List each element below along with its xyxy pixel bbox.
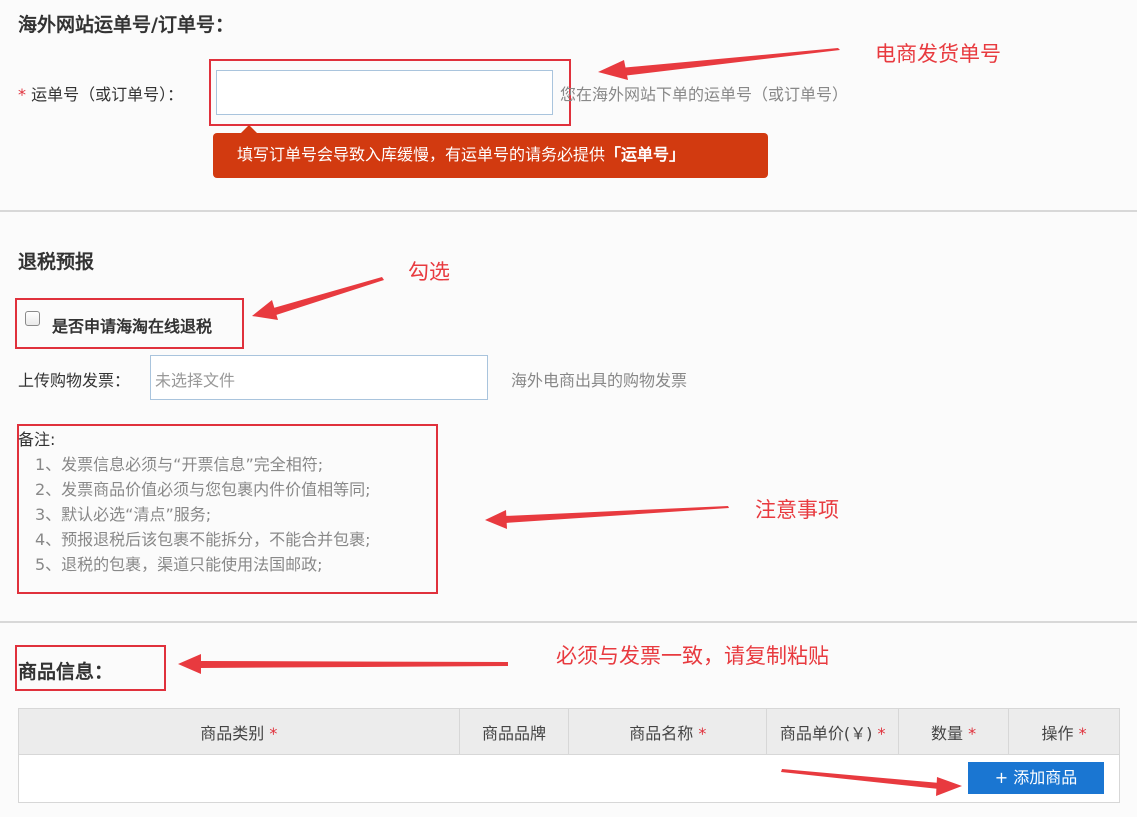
notes-block: 备注: 1、发票信息必须与“开票信息”完全相符; 2、发票商品价值必须与您包裹内…: [18, 428, 371, 577]
note-item: 2、发票商品价值必须与您包裹内件价值相等同;: [35, 480, 371, 499]
tracking-section-title: 海外网站运单号/订单号：: [18, 14, 234, 36]
invoice-file-input[interactable]: 未选择文件: [150, 355, 488, 400]
annotation-goods: 必须与发票一致，请复制粘贴: [556, 644, 829, 668]
upload-label: 上传购物发票：: [18, 371, 131, 390]
note-item: 3、默认必选“清点”服务;: [35, 505, 212, 524]
tax-refund-checkbox-label[interactable]: 是否申请海淘在线退税: [52, 313, 212, 337]
column-header: 商品名称 *: [568, 708, 768, 755]
column-header: 商品单价(￥) *: [766, 708, 900, 755]
goods-section-title: 商品信息：: [18, 661, 114, 683]
goods-table: 商品类别 * 商品品牌 商品名称 * 商品单价(￥) * 数量 * 操作 *: [18, 708, 1120, 803]
note-item: 4、预报退税后该包裹不能拆分，不能合并包裹;: [35, 530, 371, 549]
column-header: 商品类别 *: [18, 708, 460, 755]
section-divider-2: [0, 621, 1137, 623]
tax-refund-section-title: 退税预报: [18, 251, 95, 273]
annotation-tracking: 电商发货单号: [875, 42, 1001, 66]
add-goods-button[interactable]: + 添加商品: [968, 762, 1104, 794]
column-header: 操作 *: [1008, 708, 1120, 755]
note-item: 5、退税的包裹，渠道只能使用法国邮政;: [35, 555, 323, 574]
arrow-checkbox-icon: [270, 277, 384, 316]
annotation-checkbox: 勾选: [408, 260, 450, 284]
tooltip-text: 填写订单号会导致入库缓慢，有运单号的请务必提供: [237, 145, 606, 164]
annotation-notes: 注意事项: [755, 498, 839, 522]
goods-empty-row: [18, 754, 1120, 803]
column-header: 商品品牌: [458, 708, 570, 755]
tracking-label: * 运单号（或订单号）：: [18, 81, 183, 105]
tax-refund-checkbox[interactable]: [25, 311, 40, 326]
tracking-tooltip: 填写订单号会导致入库缓慢，有运单号的请务必提供「运单号」: [213, 133, 768, 178]
upload-hint: 海外电商出具的购物发票: [511, 371, 688, 390]
tracking-number-input[interactable]: [216, 70, 553, 115]
file-input-placeholder: 未选择文件: [155, 371, 236, 390]
tooltip-emphasis: 「运单号」: [605, 145, 686, 164]
tracking-hint: 您在海外网站下单的运单号（或订单号）: [560, 85, 849, 104]
arrow-goods-icon: [200, 661, 508, 668]
notes-title: 备注:: [18, 430, 56, 449]
section-divider-1: [0, 210, 1137, 212]
column-header: 数量 *: [898, 708, 1010, 755]
goods-table-header: 商品类别 * 商品品牌 商品名称 * 商品单价(￥) * 数量 * 操作 *: [18, 708, 1120, 755]
arrow-tracking-icon: [620, 48, 840, 76]
required-mark: *: [18, 85, 26, 104]
goods-table-row: [18, 754, 1120, 803]
arrow-notes-icon: [504, 506, 729, 523]
note-item: 1、发票信息必须与“开票信息”完全相符;: [35, 455, 324, 474]
tracking-label-text: 运单号（或订单号）：: [31, 85, 184, 104]
